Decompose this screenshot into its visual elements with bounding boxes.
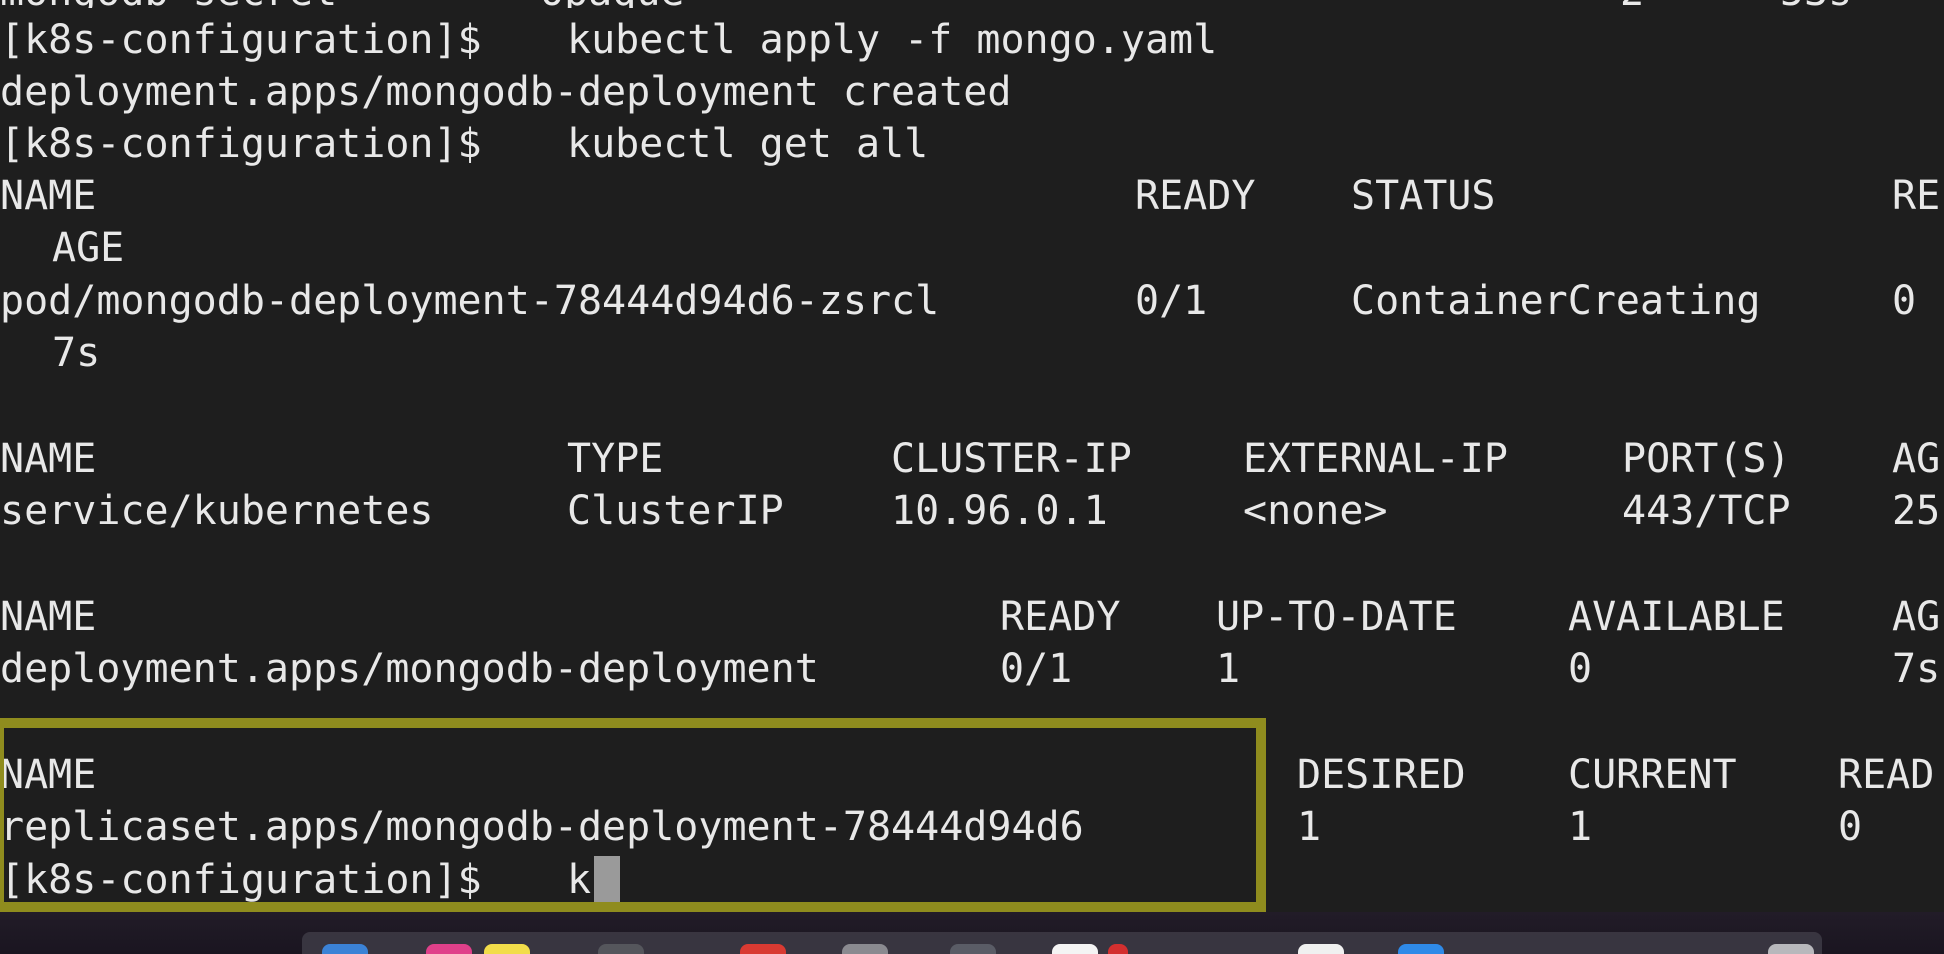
trash-icon[interactable] (1768, 944, 1814, 954)
deployments-header-row: NAME READY UP-TO-DATE AVAILABLE AG (0, 591, 1944, 643)
app-icon-blue[interactable] (1398, 944, 1444, 954)
notes-icon[interactable] (484, 944, 530, 954)
cut-off-secret-line: mongodb-secret Opaque 2 53s (0, 0, 1944, 8)
finder-icon[interactable] (322, 944, 368, 954)
shell-prompt: [k8s-configuration]$ (0, 17, 506, 63)
column-header-ready: READY (1135, 173, 1256, 219)
command-text: kubectl apply -f mongo.yaml (567, 17, 1218, 63)
replicaset-highlight-box (0, 718, 1266, 912)
deployment-name: deployment.apps/mongodb-deployment (0, 646, 819, 692)
secret-type: Opaque (540, 0, 685, 8)
service-ports: 443/TCP (1622, 488, 1791, 534)
app-icon-white[interactable] (1052, 944, 1098, 954)
column-header-available: AVAILABLE (1568, 594, 1785, 640)
replicaset-current: 1 (1568, 804, 1593, 850)
column-header-cluster-ip: CLUSTER-IP (891, 436, 1132, 482)
replicaset-desired: 1 (1297, 804, 1322, 850)
pod-row: pod/mongodb-deployment-78444d94d6-zsrcl … (0, 275, 1944, 327)
photos-icon[interactable] (950, 944, 996, 954)
service-age: 25 (1892, 488, 1941, 534)
secret-age: 53s (1780, 0, 1852, 8)
pod-age: 7s (52, 330, 101, 376)
column-header-restarts: RE (1892, 173, 1941, 219)
column-header-ready: READ (1838, 752, 1935, 798)
replicaset-ready: 0 (1838, 804, 1863, 850)
pod-name: pod/mongodb-deployment-78444d94d6-zsrcl (0, 278, 940, 324)
deployment-up-to-date: 1 (1216, 646, 1241, 692)
app-icon-white[interactable] (1298, 944, 1344, 954)
pods-header-row-wrapped: AGE (0, 222, 1944, 274)
command-text: kubectl get all (567, 121, 929, 167)
column-header-name: NAME (0, 594, 97, 640)
app-icon-dark[interactable] (598, 944, 644, 954)
secret-data: 2 (1620, 0, 1644, 8)
column-header-ready: READY (1000, 594, 1121, 640)
service-type: ClusterIP (567, 488, 784, 534)
command-line: [k8s-configuration]$ kubectl apply -f mo… (0, 14, 1944, 66)
pod-ready: 0/1 (1135, 278, 1208, 324)
output-text: deployment.apps/mongodb-deployment creat… (0, 69, 1012, 115)
services-header-row: NAME TYPE CLUSTER-IP EXTERNAL-IP PORT(S)… (0, 433, 1944, 485)
service-cluster-ip: 10.96.0.1 (891, 488, 1108, 534)
secret-name: mongodb-secret (0, 0, 337, 8)
chrome-icon[interactable] (740, 944, 786, 954)
column-header-status: STATUS (1351, 173, 1496, 219)
column-header-age: AG (1892, 436, 1941, 482)
app-icon-red[interactable] (1108, 944, 1128, 954)
column-header-desired: DESIRED (1297, 752, 1466, 798)
column-header-current: CURRENT (1568, 752, 1737, 798)
deployment-age: 7s (1892, 646, 1941, 692)
column-header-external-ip: EXTERNAL-IP (1243, 436, 1508, 482)
service-row: service/kubernetes ClusterIP 10.96.0.1 <… (0, 485, 1944, 537)
terminal-window[interactable]: mongodb-secret Opaque 2 53s [k8s-configu… (0, 0, 1944, 954)
app-icon-gray[interactable] (842, 944, 888, 954)
column-header-name: NAME (0, 173, 97, 219)
deployment-row: deployment.apps/mongodb-deployment 0/1 1… (0, 643, 1944, 695)
app-icon-pink[interactable] (426, 944, 472, 954)
column-header-type: TYPE (567, 436, 664, 482)
column-header-name: NAME (0, 436, 97, 482)
column-header-ports: PORT(S) (1622, 436, 1791, 482)
pods-header-row: NAME READY STATUS RE (0, 170, 1944, 222)
column-header-up-to-date: UP-TO-DATE (1216, 594, 1457, 640)
column-header-age: AGE (52, 225, 125, 271)
column-header-age: AG (1892, 594, 1941, 640)
service-name: service/kubernetes (0, 488, 434, 534)
shell-prompt: [k8s-configuration]$ (0, 121, 506, 167)
pod-restarts: 0 (1892, 278, 1917, 324)
command-line: [k8s-configuration]$ kubectl get all (0, 118, 1944, 170)
deployment-available: 0 (1568, 646, 1593, 692)
output-line: deployment.apps/mongodb-deployment creat… (0, 66, 1944, 118)
service-external-ip: <none> (1243, 488, 1388, 534)
pod-row-wrapped: 7s (0, 327, 1944, 379)
deployment-ready: 0/1 (1000, 646, 1073, 692)
pod-status: ContainerCreating (1351, 278, 1761, 324)
